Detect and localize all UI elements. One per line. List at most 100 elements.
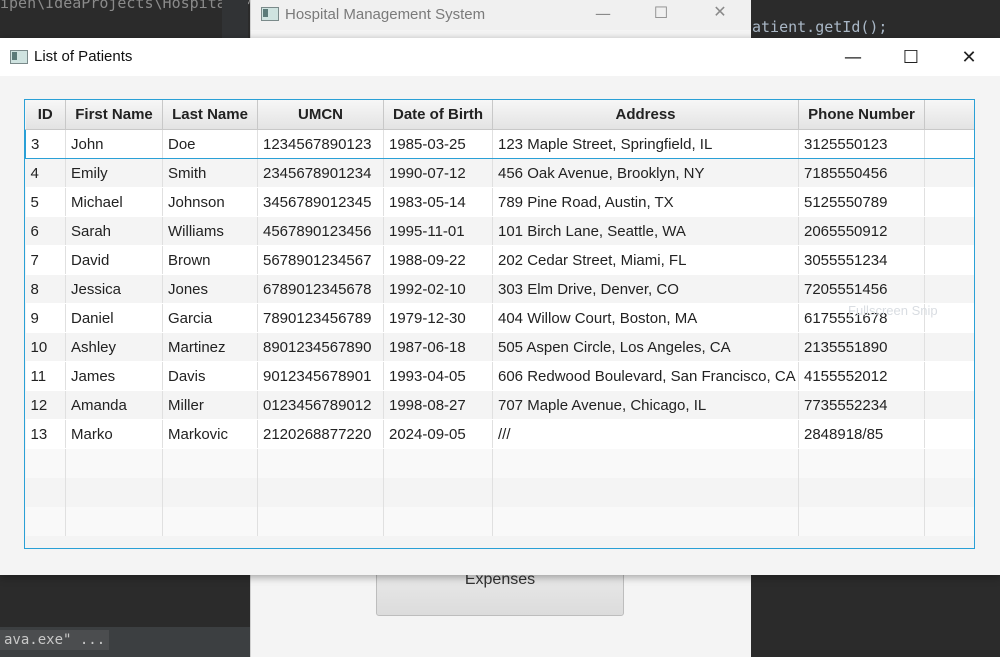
cell-umcn[interactable]: 0123456789012 xyxy=(257,390,384,420)
cell-phone-number[interactable]: 2848918/85 xyxy=(798,419,925,449)
cell-first-name[interactable]: Sarah xyxy=(65,216,163,246)
cell-phone-number[interactable]: 3125550123 xyxy=(798,129,925,159)
patients-table[interactable]: ID First Name Last Name UMCN Date of Bir… xyxy=(24,99,975,549)
cell-last-name[interactable]: Doe xyxy=(162,129,258,159)
cell-id[interactable]: 13 xyxy=(25,419,66,449)
cell-last-name[interactable]: Miller xyxy=(162,390,258,420)
close-icon[interactable]: ✕ xyxy=(946,44,992,70)
cell-date-of-birth[interactable]: 1988-09-22 xyxy=(383,245,493,275)
table-row[interactable]: 5 Michael Johnson 3456789012345 1983-05-14 78… xyxy=(25,187,974,217)
cell-last-name[interactable]: Williams xyxy=(162,216,258,246)
cell-last-name[interactable]: Smith xyxy=(162,158,258,188)
cell-phone-number[interactable]: 7735552234 xyxy=(798,390,925,420)
column-header-first-name[interactable]: First Name xyxy=(65,100,163,130)
cell-date-of-birth[interactable]: 1992-02-10 xyxy=(383,274,493,304)
cell-umcn[interactable]: 4567890123456 xyxy=(257,216,384,246)
main-window-titlebar[interactable]: Hospital Management System — ☐ ✕ xyxy=(251,0,751,30)
cell-umcn[interactable]: 2120268877220 xyxy=(257,419,384,449)
cell-date-of-birth[interactable]: 2024-09-05 xyxy=(383,419,493,449)
table-row[interactable]: 8 Jessica Jones 6789012345678 1992-02-10 303 … xyxy=(25,274,974,304)
cell-address[interactable]: 101 Birch Lane, Seattle, WA xyxy=(492,216,799,246)
table-row[interactable]: 7 David Brown 5678901234567 1988-09-22 202 Ce… xyxy=(25,245,974,275)
table-row[interactable]: 3 John Doe 1234567890123 1985-03-25 123 Maple… xyxy=(25,129,974,159)
cell-first-name[interactable]: John xyxy=(65,129,163,159)
cell-id[interactable]: 3 xyxy=(25,129,66,159)
cell-id[interactable]: 5 xyxy=(25,187,66,217)
cell-date-of-birth[interactable]: 1987-06-18 xyxy=(383,332,493,362)
cell-address[interactable]: /// xyxy=(492,419,799,449)
cell-address[interactable]: 303 Elm Drive, Denver, CO xyxy=(492,274,799,304)
cell-umcn[interactable]: 6789012345678 xyxy=(257,274,384,304)
column-header-phone-number[interactable]: Phone Number xyxy=(798,100,925,130)
cell-umcn[interactable]: 5678901234567 xyxy=(257,245,384,275)
cell-phone-number[interactable]: 2065550912 xyxy=(798,216,925,246)
cell-first-name[interactable]: Daniel xyxy=(65,303,163,333)
cell-id[interactable]: 4 xyxy=(25,158,66,188)
table-row[interactable]: 10 Ashley Martinez 8901234567890 1987-06-18 5… xyxy=(25,332,974,362)
column-header-date-of-birth[interactable]: Date of Birth xyxy=(383,100,493,130)
cell-id[interactable]: 9 xyxy=(25,303,66,333)
cell-first-name[interactable]: Jessica xyxy=(65,274,163,304)
cell-date-of-birth[interactable]: 1998-08-27 xyxy=(383,390,493,420)
cell-phone-number[interactable]: 3055551234 xyxy=(798,245,925,275)
table-row[interactable]: 9 Daniel Garcia 7890123456789 1979-12-30 404 … xyxy=(25,303,974,333)
cell-first-name[interactable]: James xyxy=(65,361,163,391)
minimize-icon[interactable]: — xyxy=(830,44,876,70)
table-row[interactable]: 12 Amanda Miller 0123456789012 1998-08-27 707… xyxy=(25,390,974,420)
cell-date-of-birth[interactable]: 1995-11-01 xyxy=(383,216,493,246)
table-row[interactable]: 11 James Davis 9012345678901 1993-04-05 606 R… xyxy=(25,361,974,391)
cell-first-name[interactable]: Marko xyxy=(65,419,163,449)
patients-window-titlebar[interactable]: List of Patients — ☐ ✕ xyxy=(0,38,1000,76)
cell-umcn[interactable]: 3456789012345 xyxy=(257,187,384,217)
column-header-umcn[interactable]: UMCN xyxy=(257,100,384,130)
cell-date-of-birth[interactable]: 1985-03-25 xyxy=(383,129,493,159)
cell-first-name[interactable]: Michael xyxy=(65,187,163,217)
cell-address[interactable]: 707 Maple Avenue, Chicago, IL xyxy=(492,390,799,420)
minimize-icon[interactable]: — xyxy=(580,4,626,23)
cell-last-name[interactable]: Johnson xyxy=(162,187,258,217)
cell-phone-number[interactable]: 7185550456 xyxy=(798,158,925,188)
cell-umcn[interactable]: 2345678901234 xyxy=(257,158,384,188)
cell-last-name[interactable]: Garcia xyxy=(162,303,258,333)
cell-phone-number[interactable]: 2135551890 xyxy=(798,332,925,362)
maximize-icon[interactable]: ☐ xyxy=(888,44,934,70)
cell-id[interactable]: 10 xyxy=(25,332,66,362)
column-header-address[interactable]: Address xyxy=(492,100,799,130)
cell-umcn[interactable]: 8901234567890 xyxy=(257,332,384,362)
cell-umcn[interactable]: 1234567890123 xyxy=(257,129,384,159)
cell-last-name[interactable]: Brown xyxy=(162,245,258,275)
cell-address[interactable]: 202 Cedar Street, Miami, FL xyxy=(492,245,799,275)
cell-umcn[interactable]: 9012345678901 xyxy=(257,361,384,391)
table-row[interactable]: 4 Emily Smith 2345678901234 1990-07-12 456 Oa… xyxy=(25,158,974,188)
cell-last-name[interactable]: Martinez xyxy=(162,332,258,362)
cell-address[interactable]: 606 Redwood Boulevard, San Francisco, CA xyxy=(492,361,799,391)
cell-id[interactable]: 8 xyxy=(25,274,66,304)
cell-id[interactable]: 11 xyxy=(25,361,66,391)
cell-phone-number[interactable]: 5125550789 xyxy=(798,187,925,217)
cell-date-of-birth[interactable]: 1990-07-12 xyxy=(383,158,493,188)
cell-umcn[interactable]: 7890123456789 xyxy=(257,303,384,333)
cell-last-name[interactable]: Jones xyxy=(162,274,258,304)
cell-address[interactable]: 456 Oak Avenue, Brooklyn, NY xyxy=(492,158,799,188)
cell-address[interactable]: 404 Willow Court, Boston, MA xyxy=(492,303,799,333)
cell-id[interactable]: 6 xyxy=(25,216,66,246)
cell-date-of-birth[interactable]: 1993-04-05 xyxy=(383,361,493,391)
cell-date-of-birth[interactable]: 1979-12-30 xyxy=(383,303,493,333)
table-row[interactable]: 13 Marko Markovic 2120268877220 2024-09-05//… xyxy=(25,419,974,449)
cell-id[interactable]: 12 xyxy=(25,390,66,420)
cell-phone-number[interactable]: 4155552012 xyxy=(798,361,925,391)
cell-first-name[interactable]: Ashley xyxy=(65,332,163,362)
cell-phone-number[interactable]: 7205551456 xyxy=(798,274,925,304)
cell-first-name[interactable]: Amanda xyxy=(65,390,163,420)
cell-address[interactable]: 789 Pine Road, Austin, TX xyxy=(492,187,799,217)
column-header-last-name[interactable]: Last Name xyxy=(162,100,258,130)
cell-date-of-birth[interactable]: 1983-05-14 xyxy=(383,187,493,217)
table-row[interactable]: 6 Sarah Williams 4567890123456 1995-11-01 101… xyxy=(25,216,974,246)
column-header-id[interactable]: ID xyxy=(25,100,66,130)
cell-last-name[interactable]: Davis xyxy=(162,361,258,391)
cell-last-name[interactable]: Markovic xyxy=(162,419,258,449)
cell-first-name[interactable]: Emily xyxy=(65,158,163,188)
close-icon[interactable]: ✕ xyxy=(697,2,743,21)
cell-address[interactable]: 505 Aspen Circle, Los Angeles, CA xyxy=(492,332,799,362)
cell-id[interactable]: 7 xyxy=(25,245,66,275)
